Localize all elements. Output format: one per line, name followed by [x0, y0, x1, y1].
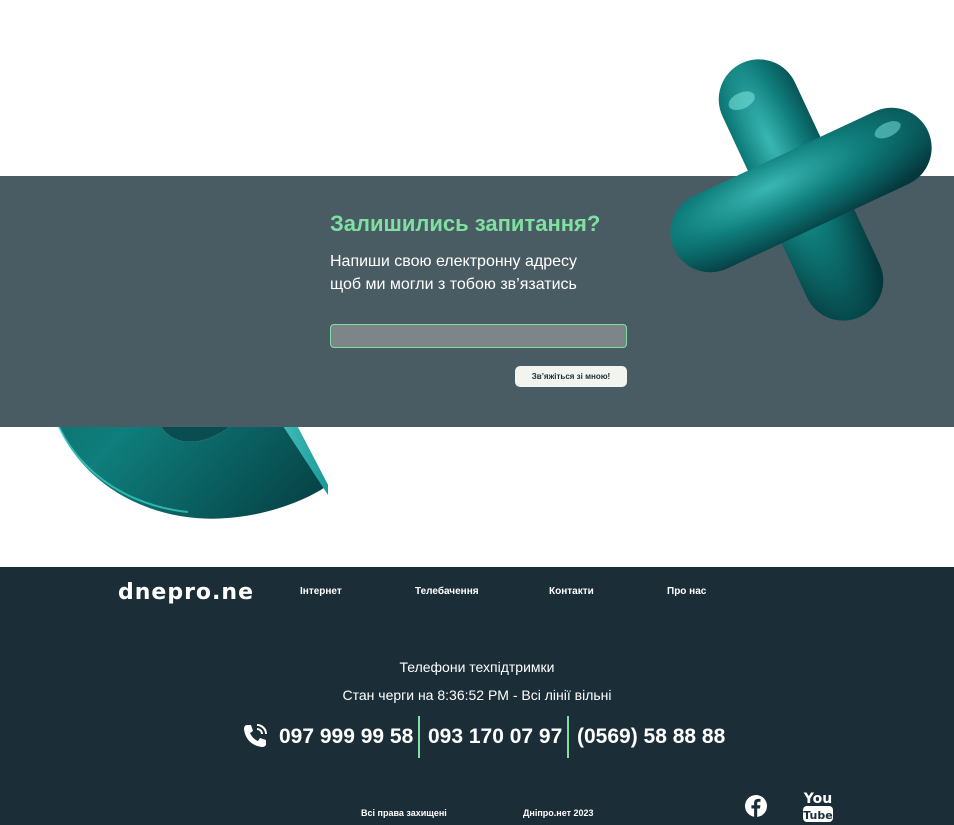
phone-divider — [418, 716, 420, 758]
contact-subtitle-line2: щоб ми могли з тобою зв’язатись — [330, 276, 577, 293]
phone-link-2[interactable]: 093 170 07 97 — [428, 725, 562, 749]
logo[interactable]: dnepro.net — [118, 580, 253, 604]
nav-about[interactable]: Про нас — [667, 586, 706, 597]
footer: dnepro.net Інтернет Телебачення Контакти… — [0, 567, 954, 825]
phone-divider — [567, 716, 569, 758]
copyright-text: Дніпро.нет 2023 — [523, 808, 594, 818]
phone-link-3[interactable]: (0569) 58 88 88 — [577, 725, 725, 749]
contact-title: Залишились запитання? — [330, 211, 601, 236]
facebook-icon[interactable] — [744, 794, 768, 818]
decorative-x-shape — [670, 59, 932, 321]
contact-subtitle-line1: Напиши свою електронну адресу — [330, 253, 577, 270]
contact-me-button[interactable]: Зв’яжіться зі мною! — [515, 366, 627, 387]
phone-icon — [244, 724, 267, 747]
queue-status: Стан черги на 8:36:52 PM - Всі лінії віл… — [342, 687, 612, 703]
youtube-icon[interactable]: You Tube — [802, 789, 834, 823]
support-title: Телефони техпідтримки — [399, 659, 555, 675]
youtube-icon-you: You — [803, 791, 832, 807]
nav-television[interactable]: Телебачення — [415, 586, 479, 597]
nav-internet[interactable]: Інтернет — [300, 586, 342, 597]
youtube-icon-tube: Tube — [803, 809, 832, 822]
nav-contacts[interactable]: Контакти — [549, 586, 594, 597]
email-input[interactable] — [330, 324, 627, 348]
rights-text: Всі права захищені — [361, 808, 447, 818]
contact-subtitle: Напиши свою електронну адресу щоб ми мог… — [330, 250, 650, 296]
logo-text: dnepro.net — [118, 580, 253, 604]
phone-link-1[interactable]: 097 999 99 58 — [279, 725, 413, 749]
